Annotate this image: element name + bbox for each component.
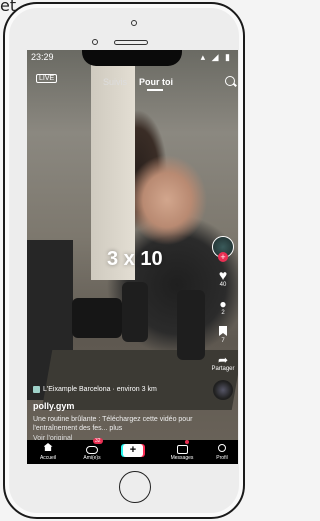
nav-profile[interactable]: Profil xyxy=(207,440,237,461)
nav-home-label: Accueil xyxy=(39,455,57,461)
creator-avatar[interactable]: + xyxy=(212,236,234,262)
messages-dot xyxy=(185,440,189,444)
profile-icon xyxy=(218,444,226,452)
nav-friends-label: Ami(e)s xyxy=(83,455,101,461)
phone-top-bezel xyxy=(5,4,243,56)
person-leg xyxy=(177,290,205,360)
nav-messages-label: Messages xyxy=(170,455,194,461)
video-description[interactable]: Une routine brûlante : Téléchargez cette… xyxy=(33,415,203,433)
app-screen: 23:29 ▴ ◢ ▮ LIVE Suivis Pour toi 3 x 10 … xyxy=(27,50,238,464)
bookmark-icon[interactable] xyxy=(219,326,227,336)
share-button[interactable]: ➦ Partager xyxy=(210,354,236,372)
nav-messages[interactable]: Messages xyxy=(167,440,197,461)
like-button[interactable]: ♥ 40 xyxy=(210,268,236,288)
side-action-rail: + ♥ 40 ● 2 7 ➦ Partager xyxy=(210,236,236,400)
home-button[interactable] xyxy=(119,471,151,503)
status-bar: 23:29 ▴ ◢ ▮ xyxy=(27,50,238,64)
sound-disc[interactable] xyxy=(213,380,233,400)
comment-icon[interactable]: ● xyxy=(210,298,236,310)
messages-icon xyxy=(176,445,188,454)
feed-top-nav: LIVE Suivis Pour toi xyxy=(27,74,238,92)
share-icon[interactable]: ➦ xyxy=(210,354,236,366)
bench-pad xyxy=(72,298,122,338)
share-label: Partager xyxy=(211,366,235,372)
front-camera xyxy=(131,20,137,26)
status-icons: ▴ ◢ ▮ xyxy=(200,52,232,62)
location-tag[interactable]: L'Eixample Barcelona · environ 3 km xyxy=(33,386,203,393)
person-leg xyxy=(122,282,148,342)
location-icon xyxy=(33,386,40,393)
nav-profile-label: Profil xyxy=(216,455,228,461)
friends-icon xyxy=(86,446,98,454)
video-caption: L'Eixample Barcelona · environ 3 km poll… xyxy=(33,386,203,442)
create-button[interactable]: + xyxy=(123,444,143,457)
home-icon xyxy=(43,443,53,451)
nav-home[interactable]: Accueil xyxy=(33,440,63,461)
save-count: 7 xyxy=(221,338,225,344)
search-icon[interactable] xyxy=(225,76,235,86)
comment-count: 2 xyxy=(221,310,225,316)
video-overlay-text: 3 x 10 xyxy=(107,248,163,270)
friends-badge: 32 xyxy=(93,438,103,444)
bottom-nav: Accueil 32 Ami(e)s + Messages Profil xyxy=(27,438,238,464)
sensor xyxy=(92,39,98,45)
like-count: 40 xyxy=(219,282,227,288)
tab-for-you[interactable]: Pour toi xyxy=(139,77,173,87)
comment-button[interactable]: ● 2 xyxy=(210,298,236,316)
phone-frame: 23:29 ▴ ◢ ▮ LIVE Suivis Pour toi 3 x 10 … xyxy=(3,2,245,519)
earpiece-speaker xyxy=(114,40,148,45)
tab-following[interactable]: Suivis xyxy=(103,77,127,87)
heart-icon[interactable]: ♥ xyxy=(210,268,236,282)
creator-username[interactable]: polly.gym xyxy=(33,401,203,411)
status-time: 23:29 xyxy=(31,52,54,62)
location-text: L'Eixample Barcelona · environ 3 km xyxy=(43,386,157,393)
save-button[interactable]: 7 xyxy=(210,326,236,344)
nav-friends[interactable]: 32 Ami(e)s xyxy=(77,438,107,461)
live-button[interactable]: LIVE xyxy=(36,74,58,83)
active-tab-indicator xyxy=(147,89,163,91)
follow-plus-icon[interactable]: + xyxy=(218,252,228,262)
